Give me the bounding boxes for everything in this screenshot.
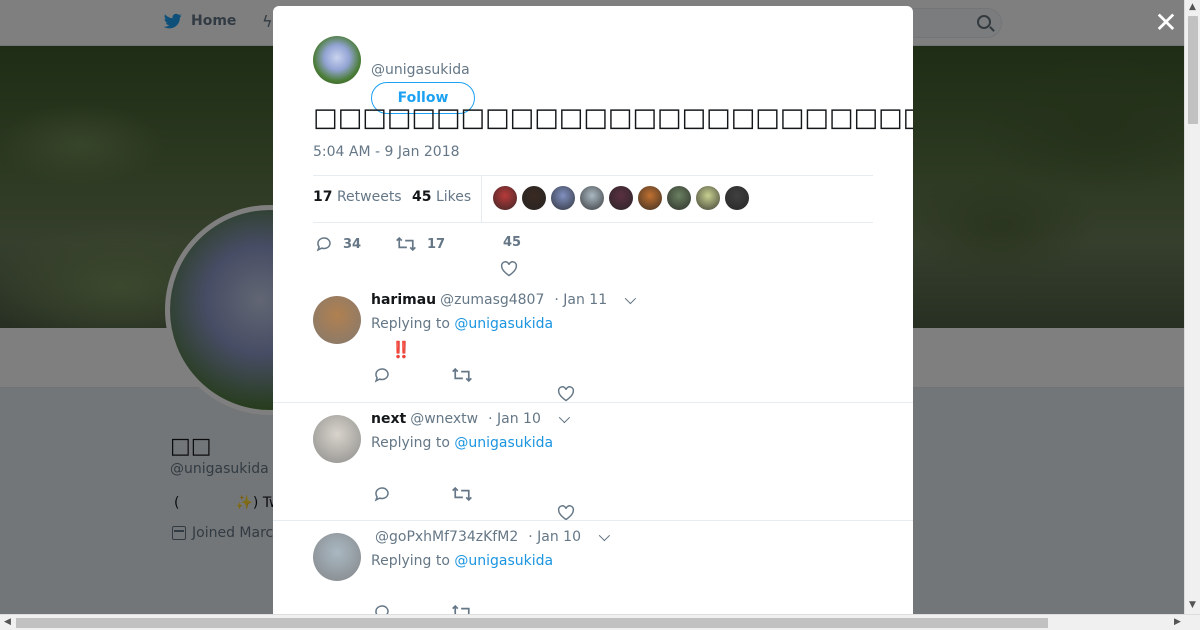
replying-to-link[interactable]: @unigasukida bbox=[454, 435, 553, 451]
reply-avatar[interactable] bbox=[313, 533, 361, 581]
reply-date[interactable]: · Jan 11 bbox=[554, 292, 607, 308]
reply-text: ‼️ bbox=[391, 340, 411, 359]
chevron-down-icon[interactable] bbox=[624, 292, 637, 305]
liker-avatar[interactable] bbox=[493, 186, 517, 210]
replying-to: Replying to @unigasukida bbox=[371, 435, 553, 451]
liker-avatar[interactable] bbox=[551, 186, 575, 210]
heart-icon[interactable] bbox=[557, 386, 575, 402]
retweets-stat[interactable]: 17 Retweets bbox=[313, 189, 402, 205]
retweet-action[interactable]: 17 bbox=[395, 235, 445, 253]
tweet-text: □□□□□□□□□□□□□□□□□□□□□□□□□□□□□□□□□□□□□□□□… bbox=[313, 103, 913, 133]
horizontal-scroll-thumb[interactable] bbox=[16, 618, 1048, 628]
reply-actions bbox=[373, 483, 593, 521]
replying-to-prefix: Replying to bbox=[371, 316, 450, 332]
reply-date[interactable]: · Jan 10 bbox=[528, 529, 581, 545]
heart-icon[interactable] bbox=[500, 261, 518, 277]
like-count: 45 bbox=[503, 235, 522, 250]
replying-to-prefix: Replying to bbox=[371, 553, 450, 569]
liker-avatar[interactable] bbox=[580, 186, 604, 210]
reply-action[interactable]: 34 bbox=[315, 235, 361, 253]
tweet-author-avatar[interactable] bbox=[313, 36, 361, 84]
liker-avatar[interactable] bbox=[638, 186, 662, 210]
scroll-up-arrow[interactable]: ▲ bbox=[1189, 2, 1196, 12]
liker-avatar[interactable] bbox=[696, 186, 720, 210]
replying-to-link[interactable]: @unigasukida bbox=[454, 553, 553, 569]
retweet-icon[interactable] bbox=[451, 485, 473, 503]
retweets-count: 17 bbox=[313, 189, 333, 205]
tweet-actions: 34 17 45 bbox=[313, 235, 613, 281]
reply-header: harimau @zumasg4807 · Jan 11 bbox=[371, 292, 637, 308]
scroll-right-arrow[interactable]: ▶ bbox=[1174, 617, 1181, 627]
likes-label: Likes bbox=[435, 189, 472, 205]
heart-icon[interactable] bbox=[557, 505, 575, 521]
scroll-down-arrow[interactable]: ▼ bbox=[1189, 600, 1196, 610]
replying-to-prefix: Replying to bbox=[371, 435, 450, 451]
replying-to: Replying to @unigasukida bbox=[371, 553, 553, 569]
reply-icon[interactable] bbox=[373, 485, 391, 503]
tweet-timestamp[interactable]: 5:04 AM - 9 Jan 2018 bbox=[313, 144, 460, 160]
likes-count: 45 bbox=[412, 189, 432, 205]
reply-avatar[interactable] bbox=[313, 415, 361, 463]
replying-to-link[interactable]: @unigasukida bbox=[454, 316, 553, 332]
reply-list: harimau @zumasg4807 · Jan 11 Replying to @u… bbox=[273, 284, 913, 614]
tweet-stats: 17 Retweets 45 Likes bbox=[313, 175, 873, 223]
liker-avatar[interactable] bbox=[667, 186, 691, 210]
reply-icon[interactable] bbox=[373, 366, 391, 384]
retweet-icon bbox=[396, 236, 416, 252]
reply-author-handle[interactable]: @wnextw bbox=[410, 411, 478, 427]
horizontal-scrollbar[interactable]: ◀ ▶ bbox=[0, 614, 1200, 630]
reply-actions bbox=[373, 601, 593, 614]
stats-divider bbox=[481, 176, 482, 222]
liker-avatar[interactable] bbox=[609, 186, 633, 210]
reply-author-handle[interactable]: @zumasg4807 bbox=[440, 292, 544, 308]
close-icon[interactable]: ✕ bbox=[1154, 9, 1178, 37]
reply-item[interactable]: next @wnextw · Jan 10 Replying to @unigasuk… bbox=[273, 402, 913, 521]
liker-avatar[interactable] bbox=[725, 186, 749, 210]
reply-icon[interactable] bbox=[373, 603, 391, 614]
reply-author-name[interactable]: harimau bbox=[371, 292, 436, 308]
retweet-count: 17 bbox=[427, 236, 446, 252]
retweet-icon[interactable] bbox=[451, 603, 473, 614]
retweet-icon[interactable] bbox=[451, 366, 473, 384]
vertical-scroll-thumb[interactable] bbox=[1188, 16, 1198, 124]
reply-author-handle[interactable]: @goPxhMf734zKfM2 bbox=[375, 529, 518, 545]
reply-icon bbox=[316, 237, 331, 252]
reply-count: 34 bbox=[343, 236, 362, 252]
reply-date[interactable]: · Jan 10 bbox=[488, 411, 541, 427]
like-count-label: 45 bbox=[503, 235, 521, 250]
replying-to: Replying to @unigasukida bbox=[371, 316, 553, 332]
chevron-down-icon[interactable] bbox=[558, 411, 570, 424]
liker-avatar[interactable] bbox=[522, 186, 546, 210]
tweet-modal: @unigasukida Follow □□□□□□□□□□□□□□□□□□□□… bbox=[273, 6, 913, 614]
reply-header: next @wnextw · Jan 10 bbox=[371, 411, 570, 427]
scroll-left-arrow[interactable]: ◀ bbox=[4, 617, 11, 627]
tweet-author-handle[interactable]: @unigasukida bbox=[371, 62, 470, 78]
chevron-down-icon[interactable] bbox=[598, 529, 611, 542]
reply-actions bbox=[373, 364, 593, 402]
retweets-label: Retweets bbox=[336, 189, 402, 205]
likes-stat[interactable]: 45 Likes bbox=[412, 189, 471, 205]
liker-avatars bbox=[493, 186, 749, 210]
reply-author-name[interactable]: next bbox=[371, 411, 406, 427]
reply-header: @goPxhMf734zKfM2 · Jan 10 bbox=[371, 529, 611, 545]
vertical-scrollbar[interactable]: ▲ ▼ bbox=[1184, 0, 1200, 614]
reply-item[interactable]: harimau @zumasg4807 · Jan 11 Replying to @u… bbox=[273, 284, 913, 402]
reply-item[interactable]: @goPxhMf734zKfM2 · Jan 10 Replying to @uni… bbox=[273, 520, 913, 614]
reply-avatar[interactable] bbox=[313, 296, 361, 344]
